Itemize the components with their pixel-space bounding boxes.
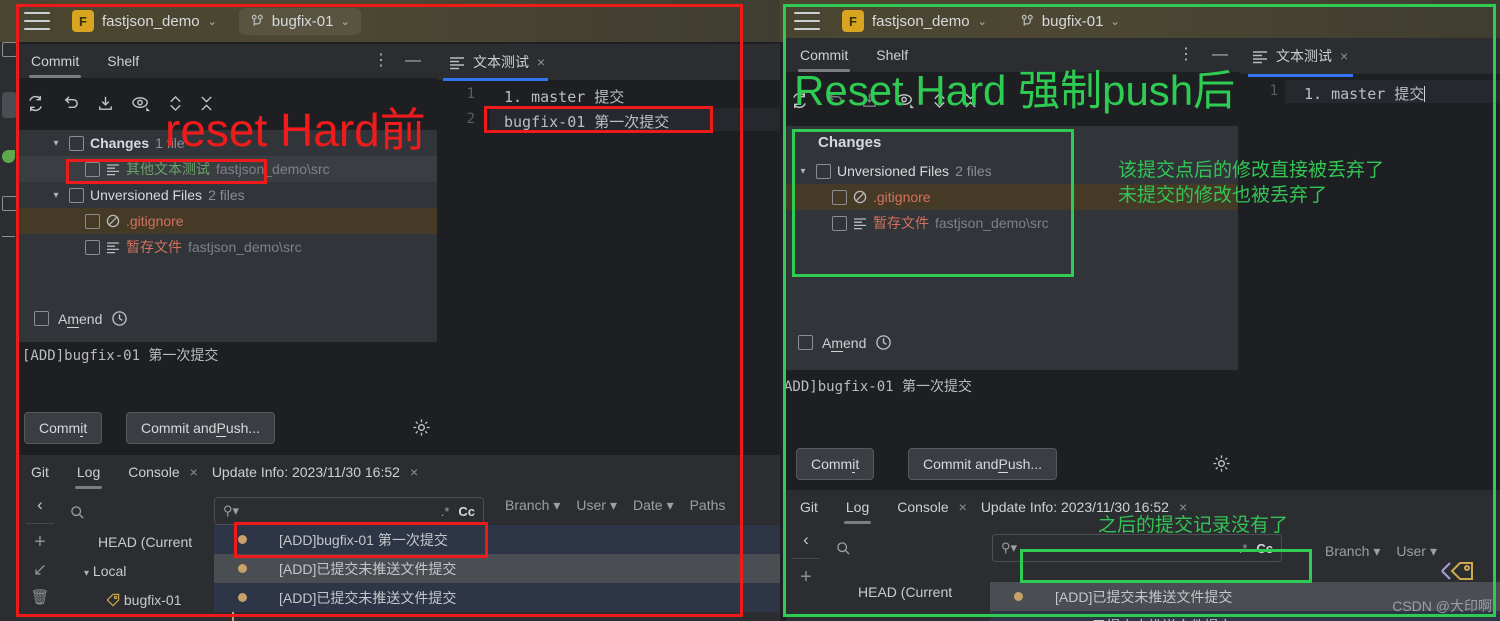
bookmarks-icon[interactable] bbox=[2, 232, 15, 237]
annotation-box-changed-file bbox=[66, 159, 267, 184]
annotation-label-before-reset: reset Hard前 bbox=[165, 104, 426, 156]
annotation-box-editor-line2 bbox=[484, 106, 713, 133]
leaf-icon[interactable] bbox=[2, 150, 15, 163]
annotation-note-discarded: 该提交点后的修改直接被丢弃了 未提交的修改也被丢弃了 bbox=[1118, 160, 1385, 206]
project-tool-icon[interactable] bbox=[2, 42, 17, 57]
right-ide-capture: F fastjson_demo ⌄ bugfix-01 ⌄ Commit She… bbox=[780, 0, 1500, 621]
annotation-box-commit-row bbox=[234, 522, 488, 558]
screenshot-root: F fastjson_demo ⌄ bugfix-01 ⌄ Commit She… bbox=[0, 0, 1500, 621]
annotation-box-log-search bbox=[1020, 549, 1312, 583]
watermark: CSDN @大印啊 bbox=[1392, 598, 1492, 614]
left-activity-strip bbox=[0, 0, 17, 621]
annotation-label-after-reset: Reset Hard 强制push后 bbox=[794, 67, 1236, 114]
structure-icon[interactable] bbox=[2, 196, 17, 211]
annotation-box-changes-area bbox=[792, 129, 1074, 277]
commit-tool-icon[interactable] bbox=[2, 92, 17, 118]
left-ide-capture: F fastjson_demo ⌄ bugfix-01 ⌄ Commit She… bbox=[0, 0, 780, 621]
annotation-note-log-empty: 之后的提交记录没有了 bbox=[1098, 515, 1289, 536]
